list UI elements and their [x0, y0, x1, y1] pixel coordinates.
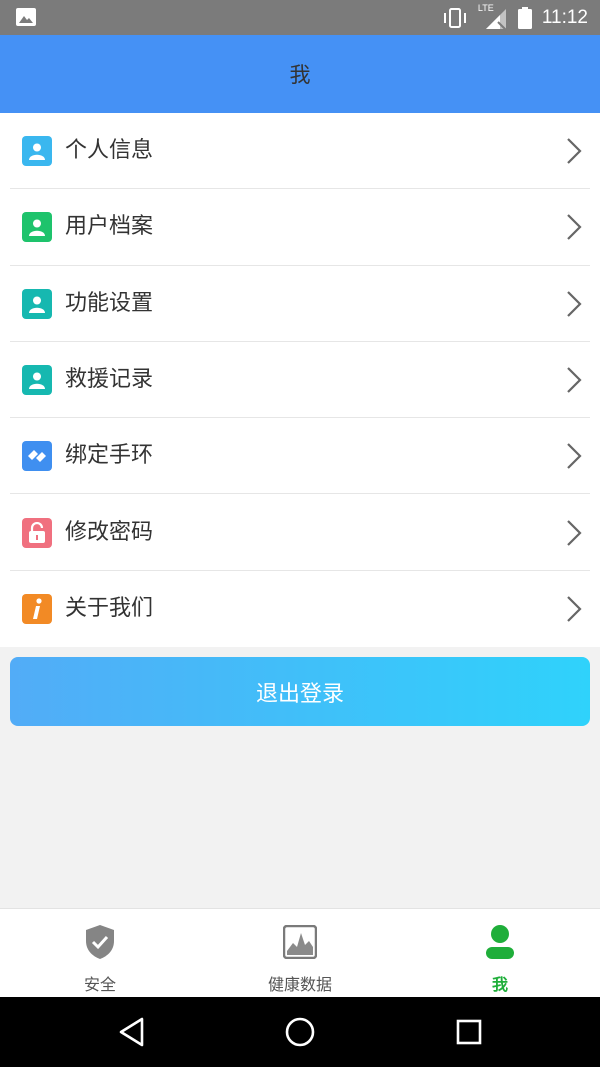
logout-button[interactable]: 退出登录 — [10, 657, 590, 726]
menu-item-label: 个人信息 — [65, 138, 154, 164]
settings-menu: 个人信息 用户档案 功能设置 救援记录 绑定手环 修改密码 关于我们 — [0, 113, 600, 647]
menu-item-label: 绑定手环 — [65, 443, 154, 469]
page-title: 我 — [289, 63, 311, 87]
person-icon — [22, 288, 52, 319]
status-bar: LTE 11:12 — [0, 0, 600, 35]
home-icon[interactable] — [283, 1015, 317, 1049]
person-icon — [482, 923, 518, 961]
menu-item-label: 修改密码 — [65, 519, 154, 545]
menu-item-change-password[interactable]: 修改密码 — [0, 494, 600, 571]
menu-item-label: 功能设置 — [65, 290, 154, 316]
tab-safety[interactable]: 安全 — [0, 909, 200, 997]
chevron-right-icon — [567, 290, 582, 317]
system-nav-bar — [0, 997, 600, 1067]
menu-item-bind-band[interactable]: 绑定手环 — [0, 418, 600, 495]
battery-icon — [517, 6, 532, 29]
menu-item-label: 救援记录 — [65, 367, 154, 393]
app-header: 我 — [0, 35, 600, 113]
clock: 11:12 — [541, 6, 588, 28]
health-chart-icon — [282, 923, 318, 961]
tab-label: 我 — [491, 975, 508, 994]
info-icon — [22, 593, 52, 624]
chevron-right-icon — [567, 519, 582, 546]
menu-item-label: 用户档案 — [65, 214, 154, 240]
lock-icon — [22, 517, 52, 548]
tab-health-data[interactable]: 健康数据 — [200, 909, 400, 997]
logout-label: 退出登录 — [255, 681, 344, 707]
back-icon[interactable] — [116, 1015, 150, 1049]
tab-me[interactable]: 我 — [400, 909, 600, 997]
vibrate-icon — [443, 7, 466, 28]
menu-item-label: 关于我们 — [65, 595, 154, 621]
tab-label: 健康数据 — [267, 975, 332, 994]
shield-check-icon — [82, 923, 118, 961]
bottom-tab-bar: 安全 健康数据 我 — [0, 908, 600, 997]
person-icon — [22, 365, 52, 396]
link-icon — [22, 441, 52, 472]
signal-icon: LTE — [478, 3, 508, 31]
recents-icon[interactable] — [452, 1015, 486, 1049]
menu-item-function-settings[interactable]: 功能设置 — [0, 266, 600, 342]
image-icon — [16, 8, 36, 26]
chevron-right-icon — [567, 214, 582, 241]
menu-item-about-us[interactable]: 关于我们 — [0, 571, 600, 647]
menu-item-rescue-records[interactable]: 救援记录 — [0, 342, 600, 419]
chevron-right-icon — [567, 367, 582, 393]
person-icon — [22, 136, 52, 167]
menu-item-personal-info[interactable]: 个人信息 — [0, 113, 600, 190]
menu-item-user-profile[interactable]: 用户档案 — [0, 189, 600, 266]
person-icon — [22, 212, 52, 243]
tab-label: 安全 — [83, 975, 116, 994]
chevron-right-icon — [567, 138, 582, 164]
chevron-right-icon — [567, 596, 582, 622]
chevron-right-icon — [567, 443, 582, 470]
